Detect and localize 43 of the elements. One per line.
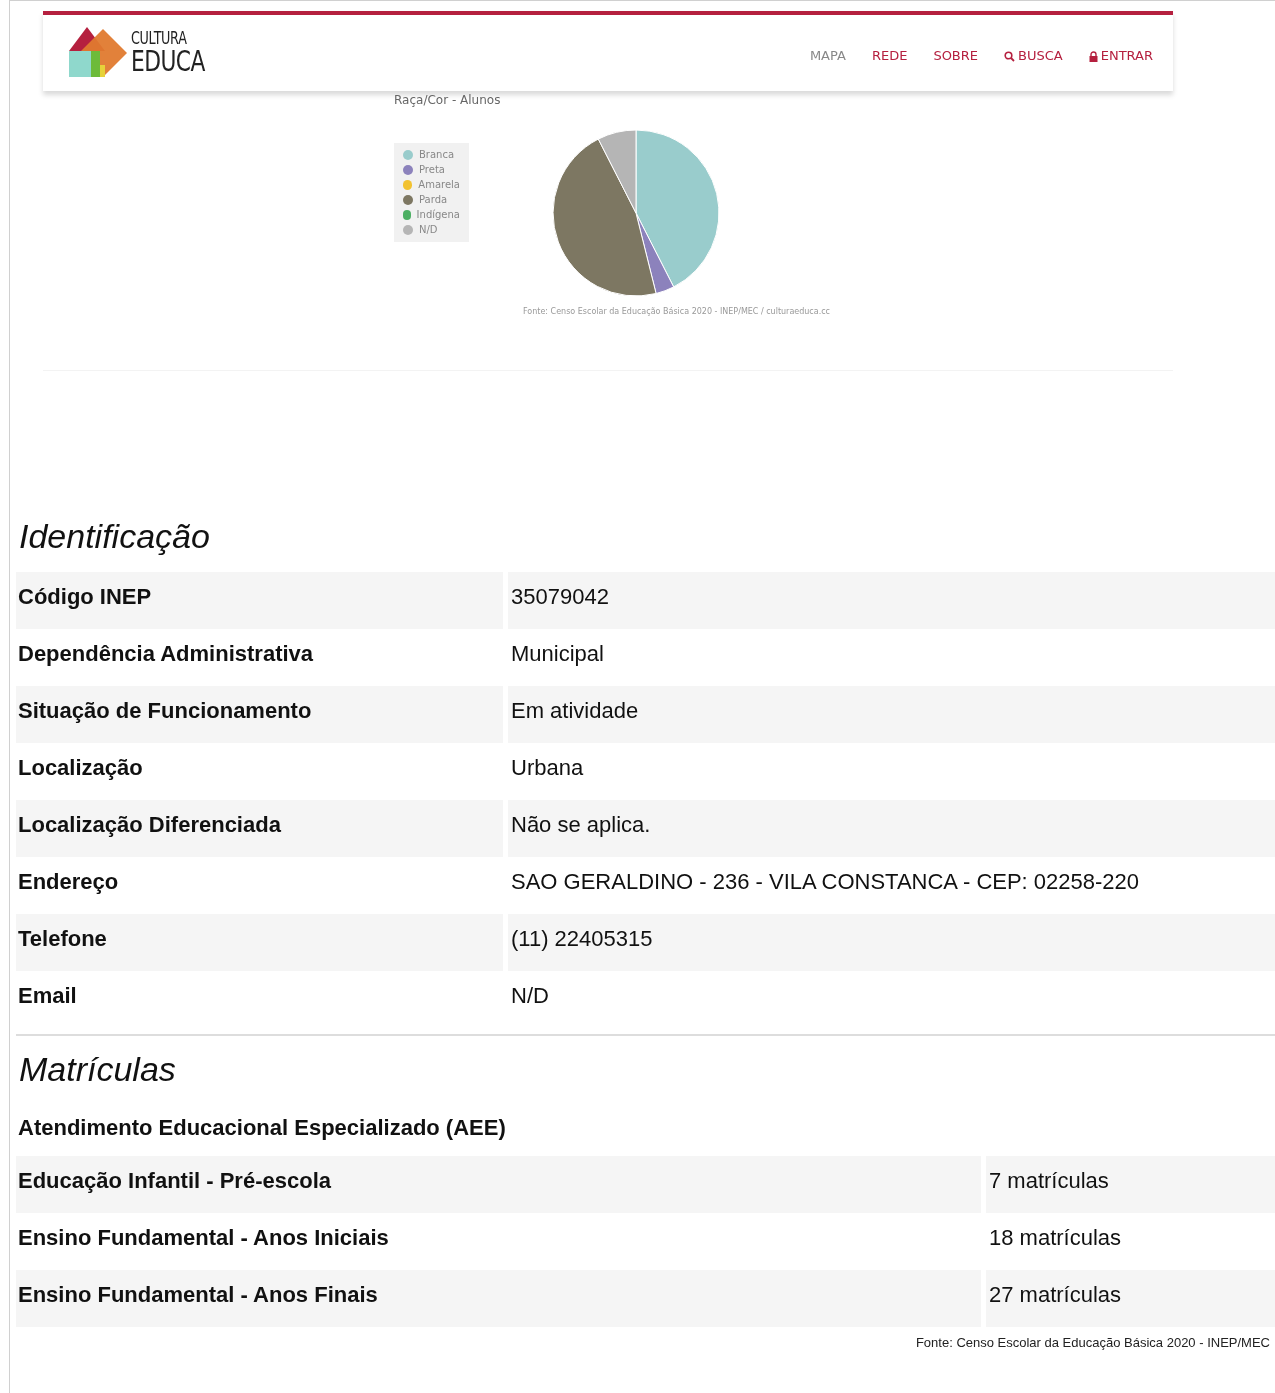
- table-label-cell-text: Localização: [17, 753, 144, 782]
- chart-source: Fonte: Censo Escolar da Educação Básica 2020 - INEP/MEC / culturaeduca.cc: [523, 306, 830, 318]
- nav-link[interactable]: SOBRE: [933, 46, 979, 66]
- source-note: Fonte: Censo Escolar da Educação Básica 2020 - INEP/MEC: [915, 1334, 1270, 1352]
- table-value-cell: Não se aplica.: [508, 800, 1275, 857]
- table-value-cell-text: SAO GERALDINO - 236 - VILA CONSTANCA - CEP: 02258-220: [510, 867, 1141, 896]
- legend-label: N/D: [419, 223, 438, 237]
- table-label-cell: Localização Diferenciada: [16, 800, 503, 857]
- table-subheading: Atendimento Educacional Especializado (AEE): [18, 1114, 507, 1142]
- nav-link[interactable]: BUSCA: [1004, 46, 1063, 66]
- table-value-cell-text: Municipal: [510, 639, 605, 668]
- legend-label: Preta: [419, 163, 445, 177]
- legend-label: Parda: [419, 193, 448, 207]
- logo-text: EDUCA: [131, 47, 205, 76]
- nav-link[interactable]: ENTRAR: [1088, 46, 1153, 66]
- table-value-cell: 27 matrículas: [986, 1270, 1275, 1327]
- table-value-cell-text: Urbana: [510, 753, 585, 782]
- table-value-cell-text: 18 matrículas: [988, 1223, 1123, 1252]
- table-label-cell: Educação Infantil - Pré-escola: [16, 1156, 981, 1213]
- legend-label: Amarela: [418, 178, 460, 192]
- nav-link[interactable]: REDE: [871, 46, 908, 66]
- table-label-cell: Situação de Funcionamento: [16, 686, 503, 743]
- search-icon: [1004, 50, 1016, 62]
- table-value-cell: Em atividade: [508, 686, 1275, 743]
- chart-title: Raça/Cor - Alunos: [394, 92, 501, 109]
- lock-icon: [1088, 50, 1098, 62]
- nav-link[interactable]: MAPA: [809, 46, 846, 66]
- section-heading: Identificação: [19, 516, 211, 557]
- legend-label: Branca: [419, 148, 455, 162]
- table-value-cell: 7 matrículas: [986, 1156, 1275, 1213]
- table-label-cell: Telefone: [16, 914, 503, 971]
- table-label-cell-text: Ensino Fundamental - Anos Iniciais: [17, 1223, 390, 1252]
- table-value-cell-text: N/D: [510, 981, 550, 1010]
- table-label-cell: Código INEP: [16, 572, 503, 629]
- table-label-cell-text: Email: [17, 981, 78, 1010]
- table-label-cell: Ensino Fundamental - Anos Finais: [16, 1270, 981, 1327]
- table-value-cell: (11) 22405315: [508, 914, 1275, 971]
- table-label-cell-text: Dependência Administrativa: [17, 639, 315, 668]
- table-label-cell-text: Endereço: [17, 867, 120, 896]
- section-heading: Matrículas: [19, 1049, 177, 1090]
- legend-label: Indígena: [416, 208, 460, 222]
- logo-text: CULTURA: [131, 30, 188, 47]
- table-value-cell: 35079042: [508, 572, 1275, 629]
